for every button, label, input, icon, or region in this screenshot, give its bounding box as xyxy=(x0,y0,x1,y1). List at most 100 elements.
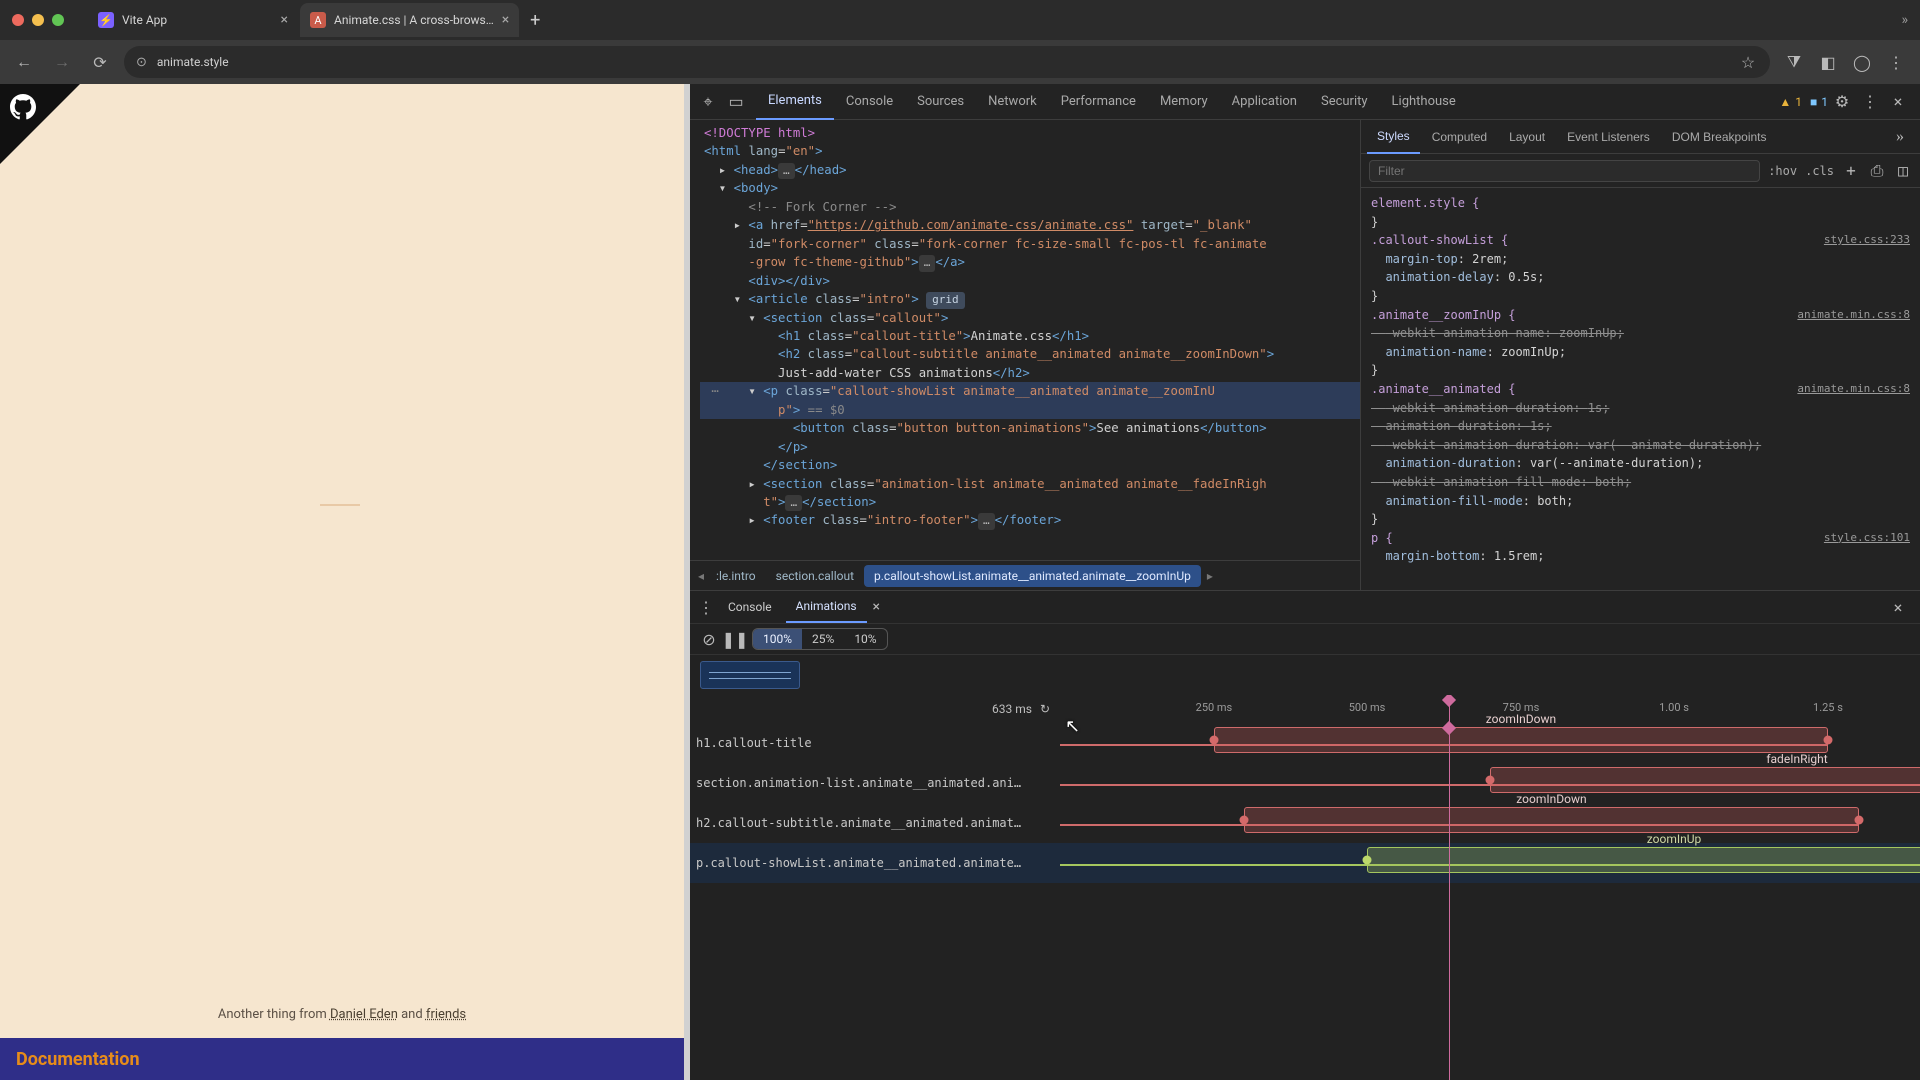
speed-25[interactable]: 25% xyxy=(802,629,844,649)
tab-styles[interactable]: Styles xyxy=(1367,120,1420,154)
warnings-badge[interactable]: ▲ 1 xyxy=(1779,95,1802,109)
animation-group[interactable] xyxy=(690,655,1920,695)
css-rules[interactable]: element.style { } style.css:233.callout-… xyxy=(1361,188,1920,590)
keyframe-point[interactable] xyxy=(1486,776,1495,785)
playhead[interactable] xyxy=(1449,695,1450,723)
github-icon[interactable] xyxy=(10,94,36,120)
track-label: h2.callout-subtitle.animate__animated.an… xyxy=(690,816,1060,830)
computed-toggle-icon[interactable]: ◫ xyxy=(1894,157,1912,185)
animation-track[interactable]: h2.callout-subtitle.animate__animated.an… xyxy=(690,803,1920,843)
animation-track[interactable]: p.callout-showList.animate__animated.ani… xyxy=(690,843,1920,883)
animation-track[interactable]: h1.callout-title zoomInDown xyxy=(690,723,1920,763)
more-icon[interactable]: ⋮ xyxy=(1856,88,1884,116)
keyframe-point[interactable] xyxy=(1240,816,1249,825)
devtools: ⌖ ▭ Elements Console Sources Network Per… xyxy=(690,84,1920,1080)
reload-button[interactable]: ⟳ xyxy=(86,48,114,76)
tab-console[interactable]: Console xyxy=(834,84,905,120)
styles-tabs: Styles Computed Layout Event Listeners D… xyxy=(1361,120,1920,154)
keyframe-point[interactable] xyxy=(1363,856,1372,865)
traffic-lights xyxy=(12,14,64,26)
device-toggle-icon[interactable]: ▭ xyxy=(726,88,746,116)
profile-icon[interactable]: ◯ xyxy=(1848,48,1876,76)
animation-bar[interactable]: zoomInDown xyxy=(1244,807,1859,833)
extensions-icon[interactable]: ⧩ xyxy=(1780,48,1808,76)
pause-icon[interactable]: ❚❚ xyxy=(726,625,744,653)
browser-tabs: ⚡ Vite App × A Animate.css | A cross-bro… xyxy=(88,3,549,37)
bookmark-icon[interactable]: ☆ xyxy=(1738,48,1758,76)
browser-tab-animate[interactable]: A Animate.css | A cross-brows… × xyxy=(300,3,519,37)
track-label: p.callout-showList.animate__animated.ani… xyxy=(690,856,1060,870)
tab-memory[interactable]: Memory xyxy=(1148,84,1220,120)
minimize-window-icon[interactable] xyxy=(32,14,44,26)
close-drawer-icon[interactable]: × xyxy=(1884,593,1912,621)
dom-tree[interactable]: <!DOCTYPE html> <html lang="en"> ▸ <head… xyxy=(690,120,1360,560)
tab-dom-breakpoints[interactable]: DOM Breakpoints xyxy=(1662,120,1777,154)
tab-elements[interactable]: Elements xyxy=(756,84,834,120)
styles-panel: Styles Computed Layout Event Listeners D… xyxy=(1360,120,1920,590)
new-rule-icon[interactable]: + xyxy=(1842,157,1860,185)
tick-label: 500 ms xyxy=(1349,701,1386,714)
track-label: h1.callout-title xyxy=(690,736,1060,750)
inspect-icon[interactable]: ⌖ xyxy=(698,88,718,116)
track-label: section.animation-list.animate__animated… xyxy=(690,776,1060,790)
print-icon[interactable]: ⎙ xyxy=(1868,157,1886,185)
close-tab-icon[interactable]: × xyxy=(873,599,880,615)
speed-100[interactable]: 100% xyxy=(753,629,802,649)
browser-menu-icon[interactable]: ⋮ xyxy=(1882,48,1910,76)
styles-filter-input[interactable] xyxy=(1369,160,1760,182)
keyframe-point[interactable] xyxy=(1823,736,1832,745)
animation-timeline[interactable]: 633 ms ↻ 250 ms500 ms750 ms1.00 s1.25 s1… xyxy=(690,695,1920,1080)
replay-icon[interactable]: ↻ xyxy=(1040,702,1050,716)
clear-icon[interactable]: ⊘ xyxy=(700,625,718,653)
drawer: ⋮ Console Animations × × ⊘ ❚❚ 100% 25% 1… xyxy=(690,590,1920,1080)
settings-icon[interactable]: ⚙ xyxy=(1828,88,1856,116)
documentation-header[interactable]: Documentation xyxy=(0,1038,684,1080)
favicon-icon: ⚡ xyxy=(98,12,114,28)
author-link[interactable]: Daniel Eden xyxy=(330,1007,398,1022)
tab-performance[interactable]: Performance xyxy=(1049,84,1148,120)
animation-track[interactable]: section.animation-list.animate__animated… xyxy=(690,763,1920,803)
cls-toggle[interactable]: .cls xyxy=(1805,164,1834,178)
close-tab-icon[interactable]: × xyxy=(502,12,509,28)
breadcrumb[interactable]: ◂ :le.intro section.callout p.callout-sh… xyxy=(690,560,1360,590)
url-input[interactable]: ⊙ animate.style ☆ xyxy=(124,46,1770,78)
tab-overflow-icon[interactable]: » xyxy=(1901,12,1908,28)
tab-sources[interactable]: Sources xyxy=(905,84,976,120)
tab-network[interactable]: Network xyxy=(976,84,1049,120)
keyframe-point[interactable] xyxy=(1209,736,1218,745)
animation-bar[interactable]: fadeInRight xyxy=(1490,767,1920,793)
issues-badge[interactable]: ■ 1 xyxy=(1810,95,1828,109)
new-tab-button[interactable]: + xyxy=(521,6,549,34)
maximize-window-icon[interactable] xyxy=(52,14,64,26)
hov-toggle[interactable]: :hov xyxy=(1768,164,1797,178)
browser-tab-vite[interactable]: ⚡ Vite App × xyxy=(88,3,298,37)
close-devtools-icon[interactable]: × xyxy=(1884,88,1912,116)
tab-application[interactable]: Application xyxy=(1220,84,1309,120)
keyframe-point[interactable] xyxy=(1854,816,1863,825)
animation-name: zoomInUp xyxy=(1647,832,1701,846)
playhead-line[interactable] xyxy=(1449,723,1450,1080)
speed-10[interactable]: 10% xyxy=(844,629,886,649)
nav-back-button[interactable]: ← xyxy=(10,48,38,76)
nav-forward-button[interactable]: → xyxy=(48,48,76,76)
decoration xyxy=(320,504,360,506)
drawer-tab-console[interactable]: Console xyxy=(718,591,782,623)
tab-lighthouse[interactable]: Lighthouse xyxy=(1380,84,1468,120)
animation-name: fadeInRight xyxy=(1766,752,1827,766)
tab-event-listeners[interactable]: Event Listeners xyxy=(1557,120,1660,154)
animation-bar[interactable]: zoomInUp xyxy=(1367,847,1920,873)
site-info-icon[interactable]: ⊙ xyxy=(136,55,147,70)
close-tab-icon[interactable]: × xyxy=(281,12,288,28)
window-titlebar: ⚡ Vite App × A Animate.css | A cross-bro… xyxy=(0,0,1920,40)
drawer-menu-icon[interactable]: ⋮ xyxy=(698,593,714,621)
more-tabs-icon[interactable]: » xyxy=(1886,123,1914,151)
tab-computed[interactable]: Computed xyxy=(1422,120,1497,154)
friends-link[interactable]: friends xyxy=(426,1007,466,1022)
tab-layout[interactable]: Layout xyxy=(1499,120,1555,154)
tick-label: 250 ms xyxy=(1196,701,1233,714)
drawer-tab-animations[interactable]: Animations xyxy=(786,591,867,623)
side-panel-icon[interactable]: ◧ xyxy=(1814,48,1842,76)
close-window-icon[interactable] xyxy=(12,14,24,26)
tab-security[interactable]: Security xyxy=(1309,84,1380,120)
animation-bar[interactable]: zoomInDown xyxy=(1214,727,1828,753)
